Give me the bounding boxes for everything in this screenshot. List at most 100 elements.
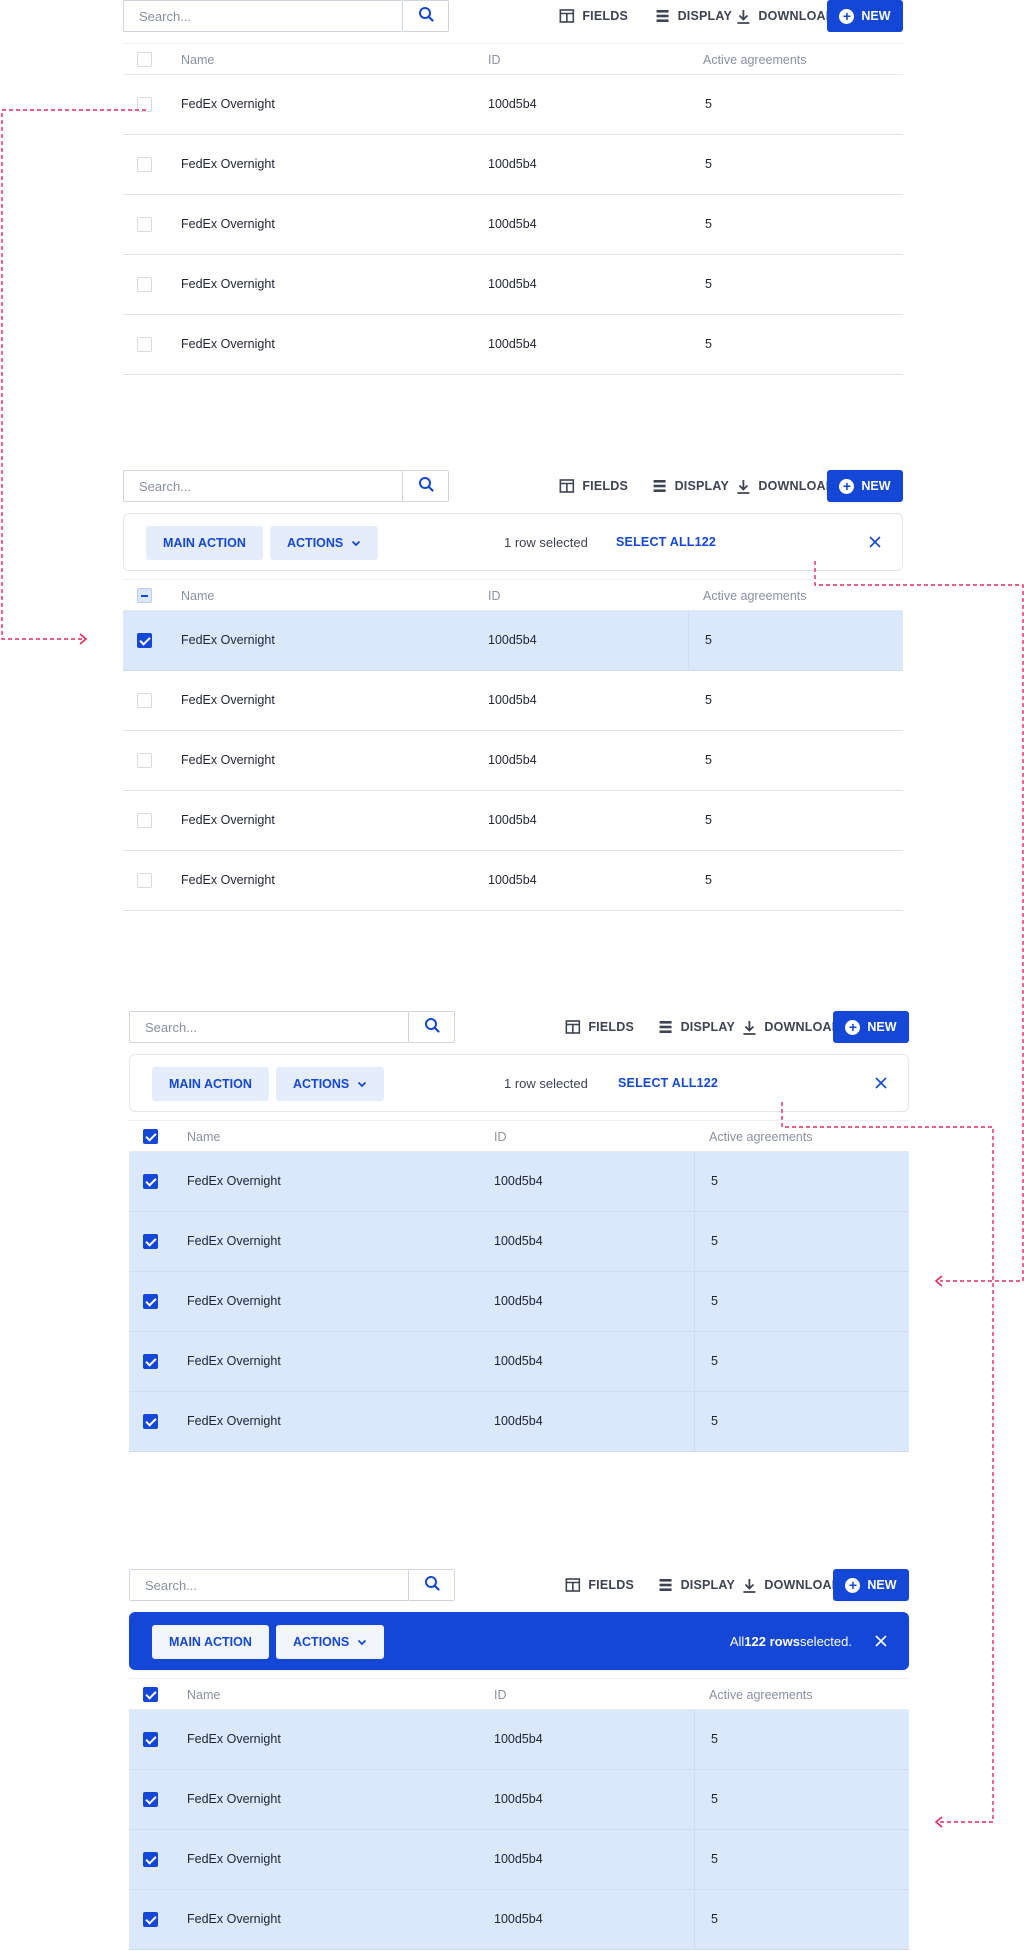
row-checkbox[interactable] [137, 813, 152, 828]
actions-dropdown[interactable]: ACTIONS [270, 526, 379, 560]
download-button[interactable]: DOWNLOAD [742, 1011, 841, 1043]
select-all-prefix: SELECT ALL [618, 1076, 697, 1090]
row-checkbox[interactable] [143, 1732, 158, 1747]
download-button[interactable]: DOWNLOAD [736, 470, 835, 502]
row-checkbox[interactable] [143, 1294, 158, 1309]
select-all-link[interactable]: SELECT ALL 122 [616, 514, 716, 570]
column-header-id[interactable]: ID [494, 1121, 507, 1153]
row-checkbox[interactable] [137, 633, 152, 648]
fields-button[interactable]: FIELDS [559, 0, 628, 32]
table-row[interactable]: FedEx Overnight 100d5b4 5 [129, 1392, 909, 1452]
table-row[interactable]: FedEx Overnight 100d5b4 5 [123, 315, 903, 375]
new-button[interactable]: + NEW [833, 1011, 909, 1043]
download-button[interactable]: DOWNLOAD [736, 0, 835, 32]
column-header-name[interactable]: Name [187, 1121, 220, 1153]
row-checkbox[interactable] [137, 217, 152, 232]
search-input[interactable] [130, 1012, 395, 1042]
table-row[interactable]: FedEx Overnight 100d5b4 5 [123, 255, 903, 315]
fields-button[interactable]: FIELDS [565, 1569, 634, 1601]
column-header-id[interactable]: ID [488, 580, 501, 612]
cell-active-agreements: 5 [705, 97, 712, 111]
table-row[interactable]: FedEx Overnight 100d5b4 5 [123, 75, 903, 135]
table-row[interactable]: FedEx Overnight 100d5b4 5 [123, 135, 903, 195]
search-input[interactable] [130, 1570, 395, 1600]
row-checkbox[interactable] [137, 337, 152, 352]
row-checkbox[interactable] [137, 157, 152, 172]
column-header-id[interactable]: ID [494, 1679, 507, 1711]
table-row[interactable]: FedEx Overnight 100d5b4 5 [123, 671, 903, 731]
column-header-active-agreements[interactable]: Active agreements [703, 44, 807, 76]
row-checkbox[interactable] [137, 753, 152, 768]
cell-id: 100d5b4 [494, 1414, 543, 1428]
display-button[interactable]: DISPLAY [659, 1011, 735, 1043]
search-input[interactable] [124, 471, 389, 501]
table-row[interactable]: FedEx Overnight 100d5b4 5 [123, 195, 903, 255]
row-checkbox[interactable] [143, 1174, 158, 1189]
cell-id: 100d5b4 [488, 217, 537, 231]
close-icon[interactable] [872, 1074, 890, 1092]
actions-dropdown[interactable]: ACTIONS [276, 1067, 385, 1101]
column-header-active-agreements[interactable]: Active agreements [703, 580, 807, 612]
new-button[interactable]: + NEW [827, 470, 903, 502]
table-row[interactable]: FedEx Overnight 100d5b4 5 [129, 1332, 909, 1392]
row-checkbox[interactable] [137, 693, 152, 708]
table-row[interactable]: FedEx Overnight 100d5b4 5 [129, 1890, 909, 1950]
display-button[interactable]: DISPLAY [653, 470, 729, 502]
select-all-checkbox[interactable] [143, 1129, 158, 1144]
table-row[interactable]: FedEx Overnight 100d5b4 5 [129, 1710, 909, 1770]
cell-id: 100d5b4 [488, 97, 537, 111]
table-row[interactable]: FedEx Overnight 100d5b4 5 [123, 851, 903, 911]
close-icon[interactable] [872, 1632, 890, 1650]
display-button[interactable]: DISPLAY [659, 1569, 735, 1601]
table-row[interactable]: FedEx Overnight 100d5b4 5 [129, 1212, 909, 1272]
display-label: DISPLAY [680, 1020, 735, 1034]
close-icon[interactable] [866, 533, 884, 551]
fields-label: FIELDS [582, 479, 628, 493]
table-row[interactable]: FedEx Overnight 100d5b4 5 [129, 1152, 909, 1212]
column-header-name[interactable]: Name [187, 1679, 220, 1711]
cell-active-agreements: 5 [711, 1174, 718, 1188]
column-header-id[interactable]: ID [488, 44, 501, 76]
row-checkbox[interactable] [143, 1852, 158, 1867]
new-button[interactable]: + NEW [833, 1569, 909, 1601]
column-header-active-agreements[interactable]: Active agreements [709, 1121, 813, 1153]
main-action-button[interactable]: MAIN ACTION [146, 526, 263, 560]
table-row[interactable]: FedEx Overnight 100d5b4 5 [129, 1770, 909, 1830]
fields-button[interactable]: FIELDS [559, 470, 628, 502]
row-checkbox[interactable] [143, 1792, 158, 1807]
table-row[interactable]: FedEx Overnight 100d5b4 5 [129, 1830, 909, 1890]
search-button[interactable] [409, 1011, 455, 1043]
select-all-link[interactable]: SELECT ALL 122 [618, 1055, 718, 1111]
row-checkbox[interactable] [137, 277, 152, 292]
new-button[interactable]: + NEW [827, 0, 903, 32]
column-header-name[interactable]: Name [181, 44, 214, 76]
main-action-button[interactable]: MAIN ACTION [152, 1067, 269, 1101]
main-action-button[interactable]: MAIN ACTION [152, 1625, 269, 1659]
column-header-name[interactable]: Name [181, 580, 214, 612]
table-row[interactable]: FedEx Overnight 100d5b4 5 [123, 731, 903, 791]
select-all-checkbox[interactable] [137, 588, 152, 603]
table-row[interactable]: FedEx Overnight 100d5b4 5 [129, 1272, 909, 1332]
row-checkbox[interactable] [143, 1912, 158, 1927]
display-button[interactable]: DISPLAY [656, 0, 732, 32]
row-checkbox[interactable] [143, 1354, 158, 1369]
search-button[interactable] [409, 1569, 455, 1601]
download-button[interactable]: DOWNLOAD [742, 1569, 841, 1601]
table-row[interactable]: FedEx Overnight 100d5b4 5 [123, 611, 903, 671]
row-checkbox[interactable] [143, 1234, 158, 1249]
fields-button[interactable]: FIELDS [565, 1011, 634, 1043]
column-header-active-agreements[interactable]: Active agreements [709, 1679, 813, 1711]
search-button[interactable] [403, 0, 449, 32]
row-checkbox[interactable] [143, 1414, 158, 1429]
search-input[interactable] [124, 1, 389, 31]
chevron-down-icon [357, 1077, 367, 1091]
actions-dropdown[interactable]: ACTIONS [276, 1625, 385, 1659]
select-all-checkbox[interactable] [137, 52, 152, 67]
bulk-action-bar: MAIN ACTION ACTIONS 1 row selected SELECT A… [123, 513, 903, 571]
cell-name: FedEx Overnight [181, 97, 275, 111]
search-button[interactable] [403, 470, 449, 502]
select-all-checkbox[interactable] [143, 1687, 158, 1702]
row-checkbox[interactable] [137, 873, 152, 888]
row-checkbox[interactable] [137, 97, 152, 112]
table-row[interactable]: FedEx Overnight 100d5b4 5 [123, 791, 903, 851]
